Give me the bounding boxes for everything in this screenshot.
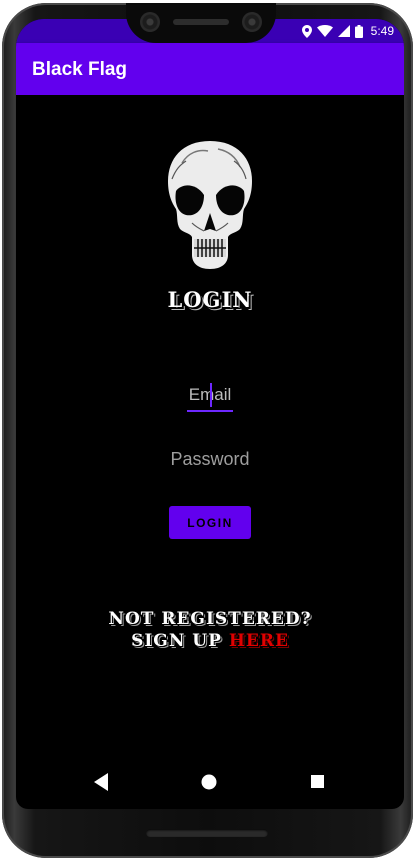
skull-logo: [162, 139, 258, 271]
sign-up-here-link[interactable]: HERE: [229, 631, 289, 651]
wifi-icon: [316, 25, 333, 37]
text-cursor: [210, 383, 212, 407]
login-heading: LOGIN: [167, 287, 253, 312]
camera-notch: [126, 3, 276, 43]
back-icon[interactable]: [94, 773, 110, 796]
front-camera-icon: [140, 12, 160, 32]
app-bar: Black Flag: [16, 43, 404, 95]
sign-up-text: SIGN UP: [131, 631, 229, 651]
recents-icon[interactable]: [310, 773, 326, 796]
signal-icon: [337, 25, 350, 37]
earpiece-speaker: [173, 19, 229, 25]
front-sensor-icon: [242, 12, 262, 32]
login-button[interactable]: LOGIN: [169, 506, 251, 539]
screen: 5:49 Black Flag LOGIN Password LOGIN NOT…: [16, 19, 404, 809]
navigation-bar: [16, 755, 404, 809]
status-icons: 5:49: [301, 22, 394, 40]
phone-frame: 5:49 Black Flag LOGIN Password LOGIN NOT…: [2, 3, 413, 858]
bottom-speaker: [146, 829, 268, 837]
location-icon: [301, 24, 312, 38]
password-placeholder: Password: [170, 449, 250, 469]
home-icon[interactable]: [200, 773, 218, 796]
sign-up-line: SIGN UP HERE: [16, 631, 404, 651]
not-registered-text: NOT REGISTERED?: [108, 609, 312, 629]
app-title: Black Flag: [32, 59, 128, 80]
password-field[interactable]: Password: [158, 449, 262, 473]
email-field[interactable]: Email: [186, 383, 234, 413]
status-time: 5:49: [370, 24, 394, 38]
battery-icon: [354, 24, 363, 38]
email-underline: [187, 410, 233, 412]
